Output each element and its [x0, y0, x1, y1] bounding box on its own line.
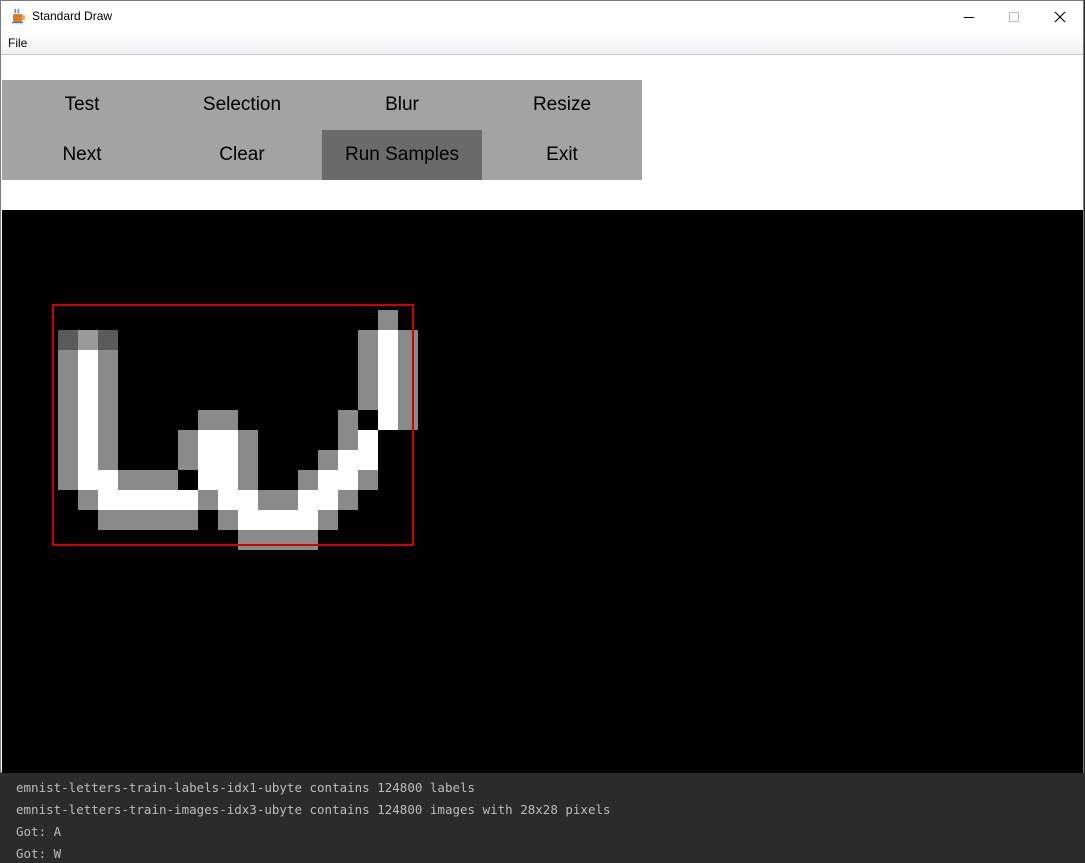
maximize-icon — [1009, 11, 1019, 22]
app-window: Standard Draw File Test Selection Blur R… — [0, 0, 1084, 773]
selection-button[interactable]: Selection — [162, 80, 322, 130]
blur-button[interactable]: Blur — [322, 80, 482, 130]
exit-button[interactable]: Exit — [482, 130, 642, 180]
console-line: emnist-letters-train-images-idx3-ubyte c… — [16, 802, 611, 817]
minimize-icon — [964, 16, 974, 18]
clear-button[interactable]: Clear — [162, 130, 322, 180]
next-button[interactable]: Next — [2, 130, 162, 180]
close-icon — [1054, 11, 1066, 22]
console-line: Got: W — [16, 846, 62, 861]
java-icon — [10, 8, 26, 24]
button-grid: Test Selection Blur Resize Next Clear Ru… — [2, 80, 642, 180]
maximize-button[interactable] — [991, 1, 1037, 32]
window-title: Standard Draw — [32, 9, 113, 23]
console-line: Got: A — [16, 824, 62, 839]
output-console: emnist-letters-train-labels-idx1-ubyte c… — [0, 773, 1085, 863]
title-bar[interactable]: Standard Draw — [1, 1, 1083, 32]
console-line: emnist-letters-train-labels-idx1-ubyte c… — [16, 780, 476, 795]
test-button[interactable]: Test — [2, 80, 162, 130]
minimize-button[interactable] — [946, 1, 992, 32]
toolbar-area: Test Selection Blur Resize Next Clear Ru… — [2, 55, 1083, 210]
drawn-letter — [52, 304, 418, 550]
close-button[interactable] — [1037, 1, 1083, 32]
draw-panel: Test Selection Blur Resize Next Clear Ru… — [2, 55, 1083, 773]
menu-bar: File — [1, 32, 1083, 55]
run-samples-button[interactable]: Run Samples — [322, 130, 482, 180]
menu-file[interactable]: File — [8, 36, 27, 50]
resize-button[interactable]: Resize — [482, 80, 642, 130]
drawing-canvas[interactable] — [2, 210, 1083, 773]
